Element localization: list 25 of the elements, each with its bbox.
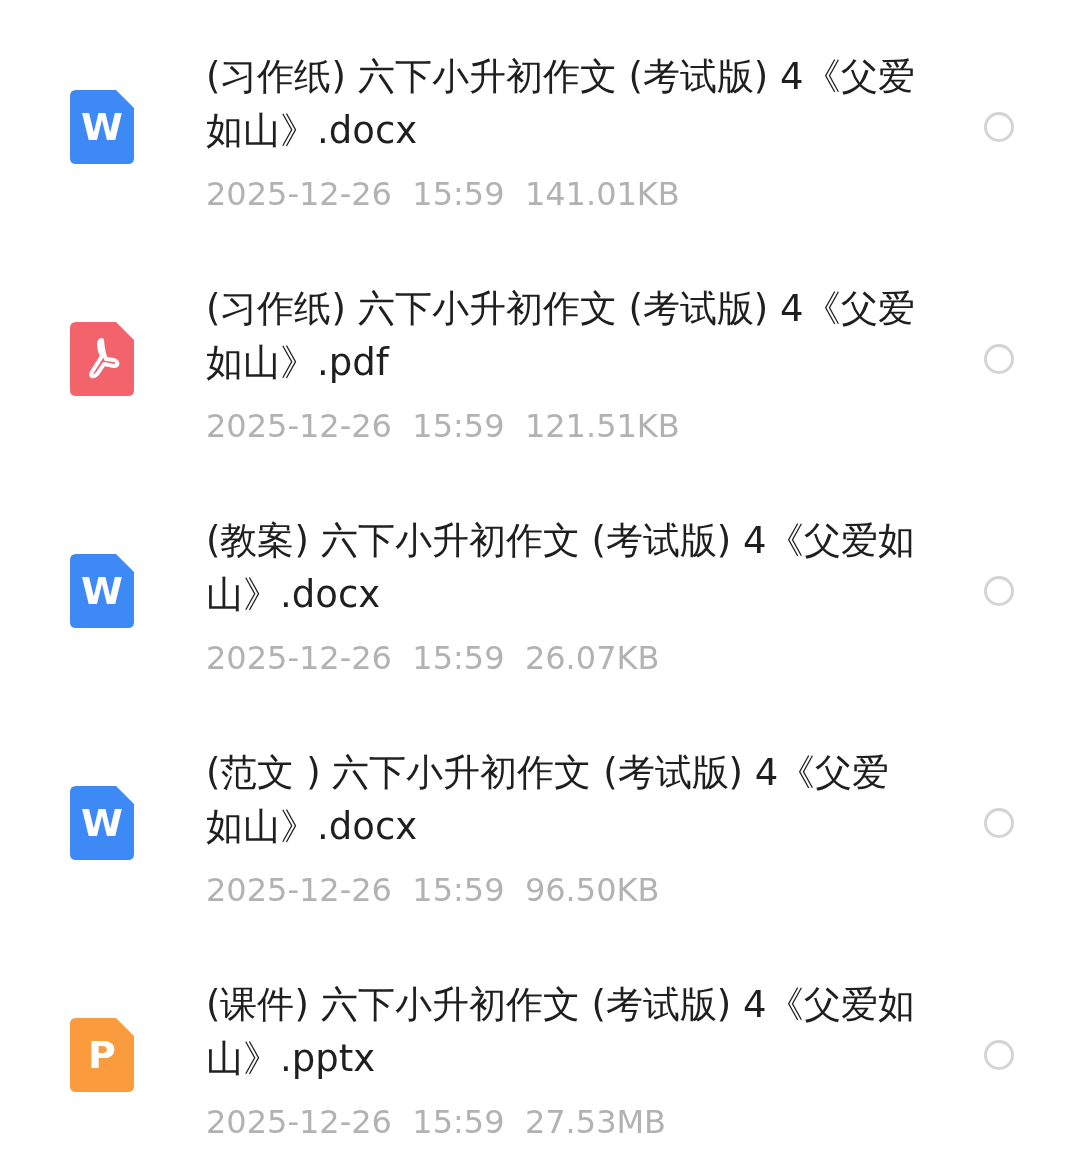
file-details: 2025-12-26 15:59 27.53MB — [206, 1102, 668, 1143]
select-radio[interactable] — [984, 808, 1014, 838]
select-radio[interactable] — [984, 576, 1014, 606]
file-row[interactable]: W (习作纸) 六下小升初作文 (考试版) 4《父爱如山》.docx 2025-12-26 15:59 141.01KB — [0, 0, 1080, 232]
file-details: 2025-12-26 15:59 26.07KB — [206, 638, 661, 679]
file-name: (习作纸) 六下小升初作文 (考试版) 4《父爱如山》.pdf — [206, 286, 916, 386]
document-file-icon: W — [70, 90, 134, 164]
select-radio[interactable] — [984, 344, 1014, 374]
file-details: 2025-12-26 15:59 121.51KB — [206, 406, 681, 447]
file-name: (范文 ) 六下小升初作文 (考试版) 4《父爱如山》.docx — [206, 750, 891, 850]
select-radio[interactable] — [984, 1040, 1014, 1070]
pdf-file-icon — [70, 322, 134, 396]
file-name: (教案) 六下小升初作文 (考试版) 4《父爱如山》.docx — [206, 518, 916, 618]
file-row[interactable]: P (课件) 六下小升初作文 (考试版) 4《父爱如山》.pptx 2025-12-26 15:59 27.53MB — [0, 928, 1080, 1160]
file-name: (课件) 六下小升初作文 (考试版) 4《父爱如山》.pptx — [206, 982, 916, 1082]
document-file-icon: W — [70, 786, 134, 860]
file-row[interactable]: W (范文 ) 六下小升初作文 (考试版) 4《父爱如山》.docx 2025-12-26 15:59 96.50KB — [0, 696, 1080, 928]
file-details: 2025-12-26 15:59 141.01KB — [206, 174, 681, 215]
select-radio[interactable] — [984, 112, 1014, 142]
file-row[interactable]: W (教案) 六下小升初作文 (考试版) 4《父爱如山》.docx 2025-12-26 15:59 26.07KB — [0, 464, 1080, 696]
file-details: 2025-12-26 15:59 96.50KB — [206, 870, 661, 911]
file-name: (习作纸) 六下小升初作文 (考试版) 4《父爱如山》.docx — [206, 54, 916, 154]
document-file-icon: P — [70, 1018, 134, 1092]
file-row[interactable]: (习作纸) 六下小升初作文 (考试版) 4《父爱如山》.pdf 2025-12-26 15:59 121.51KB — [0, 232, 1080, 464]
document-file-icon: W — [70, 554, 134, 628]
